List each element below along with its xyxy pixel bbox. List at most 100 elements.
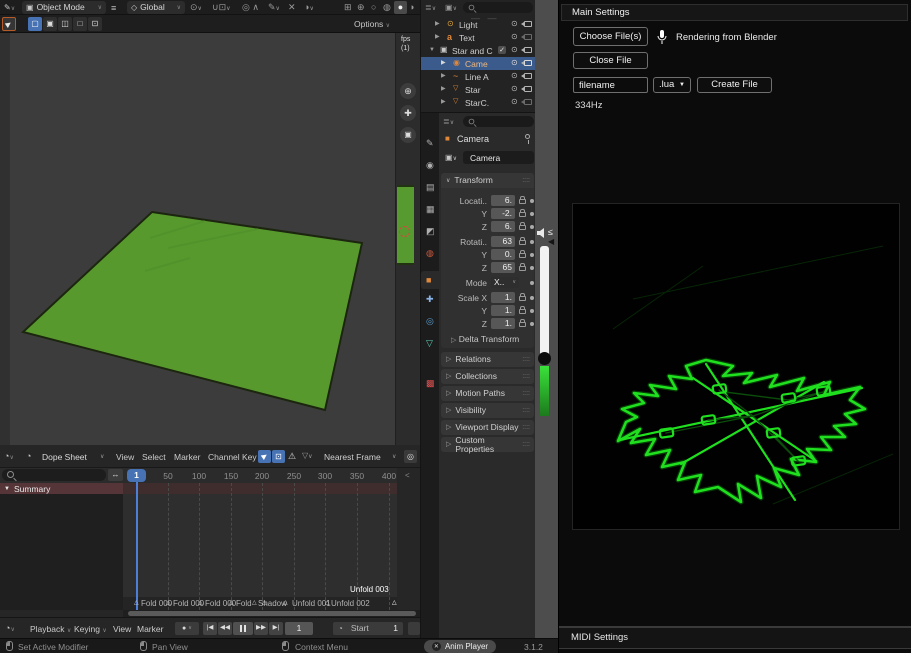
tab-view-layer[interactable]: ▦ — [426, 205, 435, 214]
outliner-search-field[interactable] — [463, 2, 533, 13]
hide-eye-icon[interactable]: ⊙ — [511, 20, 518, 28]
lock-icon[interactable] — [519, 296, 526, 301]
shading-material-button[interactable]: ● — [394, 1, 407, 14]
timeline-editor-icon[interactable]: ◔∨ — [5, 624, 15, 633]
overlays-button[interactable]: ◑∨ — [304, 3, 314, 12]
tab-render[interactable]: ◉ — [426, 161, 434, 170]
outliner-display-mode-icon[interactable]: ▣∨ — [445, 4, 457, 12]
rot-x-value[interactable]: 63 — [491, 236, 515, 247]
render-visibility-icon[interactable] — [524, 86, 532, 92]
object-mode-dropdown[interactable]: ▣ Object Mode ∨ — [22, 1, 106, 14]
drag-handle-icon[interactable]: :::: — [522, 373, 530, 380]
section-custom-properties[interactable]: ▷Custom Properties:::: — [441, 437, 534, 452]
dope-sheet-dropdown[interactable]: Dope Sheet — [42, 453, 87, 462]
filename-input[interactable] — [573, 77, 648, 93]
auto-keying-button[interactable]: ●∨ — [175, 622, 199, 635]
pause-button[interactable] — [233, 622, 253, 635]
viewport-3d[interactable] — [0, 33, 395, 445]
marker-triangle[interactable]: △ — [252, 600, 257, 606]
transform-gizmo-button[interactable]: ✕ — [288, 3, 296, 12]
tab-modifiers[interactable]: ✚ — [426, 295, 434, 304]
only-selected-button[interactable]: ▶ — [258, 450, 271, 463]
lock-icon[interactable] — [519, 309, 526, 314]
main-settings-header[interactable]: Main Settings — [561, 4, 908, 21]
marker-triangle[interactable]: △ — [325, 600, 330, 606]
tab-scene[interactable]: ◩ — [426, 227, 435, 236]
drag-handle-icon[interactable]: :::: — [522, 424, 530, 431]
outliner-item-label[interactable]: Came — [465, 60, 488, 69]
expand-icon[interactable]: ▶ — [441, 86, 446, 92]
lock-icon[interactable] — [519, 266, 526, 271]
drag-handle-icon[interactable]: :::: — [522, 356, 530, 363]
outliner-item-label[interactable]: Text — [459, 34, 475, 43]
lock-icon[interactable] — [519, 253, 526, 258]
options-dropdown[interactable]: Options ∨ — [354, 20, 390, 29]
choose-files-button[interactable]: Choose File(s) — [573, 27, 648, 46]
scale-z-value[interactable]: 1. — [491, 318, 515, 329]
section-viewport-display[interactable]: ▷Viewport Display:::: — [441, 420, 534, 435]
properties-editor-icon[interactable]: ≣∨ — [443, 118, 454, 126]
close-icon[interactable]: ✕ — [432, 642, 441, 651]
menu-view[interactable]: View — [113, 625, 131, 634]
animate-dot[interactable] — [530, 309, 534, 313]
drag-handle-icon[interactable]: :::: — [522, 177, 530, 184]
render-visibility-icon[interactable] — [524, 47, 532, 53]
anim-player-badge[interactable]: ✕ Anim Player — [424, 640, 496, 653]
extension-select[interactable]: .lua▼ — [653, 77, 691, 93]
current-frame-badge[interactable]: 1 — [127, 469, 146, 482]
outliner-row-text[interactable]: ▶ a Text ⊙ — [421, 31, 536, 44]
tab-material[interactable]: ▩ — [426, 379, 435, 388]
tab-tool[interactable]: ✎ — [426, 139, 434, 148]
proportional-edit-button[interactable]: ◎ ∧ — [242, 3, 259, 12]
section-visibility[interactable]: ▷Visibility:::: — [441, 403, 534, 418]
dopesheet-mode-icon[interactable]: ◔ — [26, 452, 31, 461]
select-lasso-button[interactable]: □ — [73, 17, 87, 31]
shading-wireframe-button[interactable]: ○ — [371, 3, 376, 12]
render-visibility-icon[interactable] — [524, 34, 532, 40]
snap-dropdown[interactable]: Nearest Frame — [324, 453, 381, 462]
select-mode-button[interactable]: ⊡ — [88, 17, 102, 31]
outliner-item-label[interactable]: Line A — [465, 73, 489, 82]
hide-eye-icon[interactable]: ⊙ — [511, 85, 518, 93]
show-hidden-button[interactable]: ⊡ — [272, 450, 285, 463]
pivot-point-button[interactable]: ⊙∨ — [190, 3, 202, 12]
midi-settings-header[interactable]: MIDI Settings — [559, 628, 911, 649]
select-circle-button[interactable]: ◫ — [58, 17, 72, 31]
annotate-tool-button[interactable]: ✎∨ — [268, 3, 280, 12]
hide-eye-icon[interactable]: ⊙ — [511, 33, 518, 41]
shading-solid-button[interactable]: ◍ — [383, 3, 391, 12]
properties-search-field[interactable] — [463, 116, 534, 127]
outliner-item-label[interactable]: Light — [459, 21, 477, 30]
select-box-button[interactable]: ▣ — [43, 17, 57, 31]
hide-eye-icon[interactable]: ⊙ — [511, 98, 518, 106]
mini-viewport-strip[interactable]: fps (1) ⊕ ✚ ▣ — [395, 33, 420, 445]
menu-select[interactable]: Select — [142, 453, 166, 462]
menu-view[interactable]: View — [116, 453, 134, 462]
filter-funnel-icon[interactable]: ▽∨ — [302, 452, 313, 460]
animate-dot[interactable] — [530, 266, 534, 270]
volume-slider-track[interactable] — [540, 246, 549, 358]
outliner-row-camera[interactable]: ▶ ◉ Came ⊙ — [421, 57, 536, 70]
rot-y-value[interactable]: 0. — [491, 249, 515, 260]
marker-triangle[interactable]: △ — [134, 600, 139, 606]
loc-x-value[interactable]: 6. — [491, 195, 515, 206]
close-file-button[interactable]: Close File — [573, 52, 648, 69]
marker-triangle[interactable]: △ — [283, 600, 288, 606]
outliner-row-star[interactable]: ▶ ▽ Star ⊙ — [421, 83, 536, 96]
animate-dot[interactable] — [530, 253, 534, 257]
tab-data[interactable]: ▽ — [426, 339, 433, 348]
zoom-gizmo-button[interactable]: ⊕ — [400, 83, 416, 99]
outliner-filter-icon[interactable]: ≣∨ — [425, 4, 436, 12]
marker-triangle[interactable]: △ — [229, 600, 234, 606]
show-gizmo-button[interactable]: ⊞ — [344, 3, 352, 12]
object-name-field[interactable]: Camera — [463, 151, 534, 164]
channel-search-field[interactable] — [2, 469, 106, 481]
outliner-row-line[interactable]: ▶ ~ Line A ⊙ — [421, 70, 536, 83]
marker-triangle[interactable]: △ — [166, 600, 171, 606]
tab-physics[interactable]: ◎ — [426, 317, 434, 326]
camera-view-gizmo-button[interactable]: ▣ — [400, 127, 416, 143]
section-collections[interactable]: ▷Collections:::: — [441, 369, 534, 384]
animate-dot[interactable] — [530, 296, 534, 300]
collapse-icon[interactable]: ▼ — [4, 486, 10, 492]
animate-dot[interactable] — [530, 322, 534, 326]
